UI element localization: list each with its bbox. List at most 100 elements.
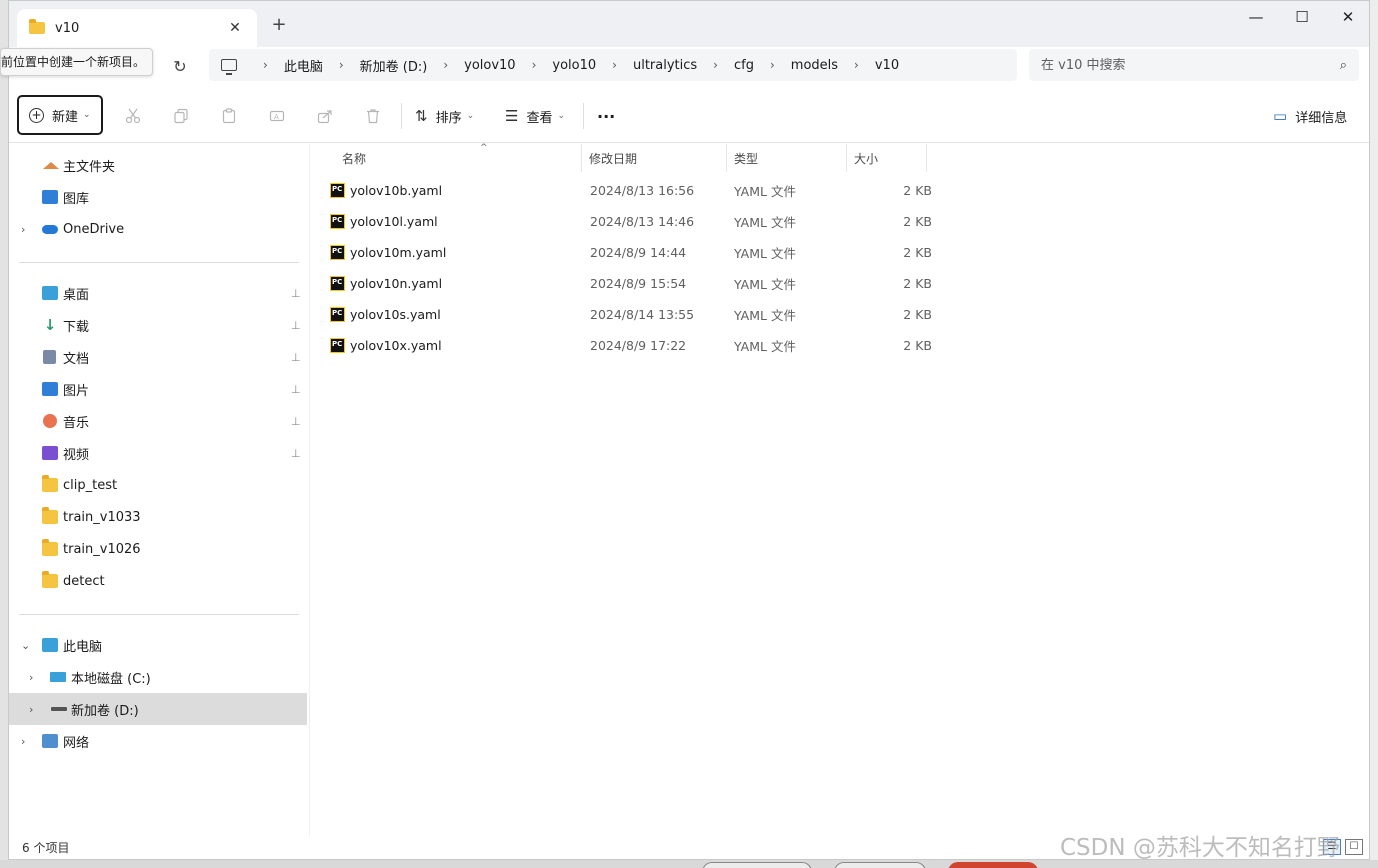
file-row[interactable]: PC yolov10l.yaml 2024/8/13 14:46 YAML 文件… [326, 206, 932, 237]
sort-label: 排序 [435, 110, 462, 126]
file-row[interactable]: PC yolov10n.yaml 2024/8/9 15:54 YAML 文件 … [326, 268, 932, 299]
delete-icon[interactable] [361, 105, 385, 127]
folder-icon [42, 507, 58, 524]
share-icon[interactable] [313, 105, 337, 127]
column-header-type[interactable]: 类型 [728, 144, 847, 172]
sidebar-item-train-v1033[interactable]: train_v1033 [9, 501, 307, 533]
search-box[interactable]: ⌕ [1029, 49, 1359, 81]
chevron-right-icon[interactable]: › [29, 671, 33, 684]
toolbar-divider [583, 103, 584, 129]
details-view-button[interactable]: ☰ [1323, 839, 1341, 855]
file-date: 2024/8/13 14:46 [590, 214, 695, 229]
sidebar-item-videos[interactable]: 视频 ⊥ [9, 437, 307, 469]
file-row[interactable]: PC yolov10x.yaml 2024/8/9 17:22 YAML 文件 … [326, 330, 932, 361]
chevron-right-icon[interactable]: › [29, 703, 33, 716]
sidebar-item-downloads[interactable]: ↓ 下载 ⊥ [9, 309, 307, 341]
breadcrumb-ultralytics[interactable]: ultralytics [629, 58, 701, 73]
paste-icon[interactable] [217, 105, 241, 127]
sidebar-item-label: 文档 [63, 351, 90, 367]
more-options-button[interactable]: ··· [597, 105, 615, 127]
minimize-button[interactable]: — [1233, 1, 1279, 33]
breadcrumb-yolo10[interactable]: yolo10 [548, 58, 600, 73]
chevron-right-icon[interactable]: › [327, 58, 356, 72]
breadcrumb-cfg[interactable]: cfg [730, 58, 758, 73]
chevron-right-icon[interactable]: › [758, 58, 787, 72]
copy-icon[interactable] [169, 105, 193, 127]
sidebar-item-detect[interactable]: detect [9, 565, 307, 597]
chevron-right-icon[interactable]: › [842, 58, 871, 72]
sidebar-item-label: detect [63, 573, 105, 589]
sidebar-item-pictures[interactable]: 图片 ⊥ [9, 373, 307, 405]
sidebar-item-gallery[interactable]: 图库 [9, 181, 307, 213]
title-bar: v10 ✕ + — ☐ ✕ [9, 1, 1369, 47]
file-type: YAML 文件 [734, 308, 796, 323]
status-bar: 6 个项目 [9, 836, 1369, 859]
sidebar-item-train-v1026[interactable]: train_v1026 [9, 533, 307, 565]
chevron-right-icon[interactable]: › [21, 735, 25, 748]
sidebar-item-this-pc[interactable]: ⌄ 此电脑 [9, 629, 307, 661]
new-button[interactable]: + 新建 ⌄ [17, 95, 103, 135]
tiles-view-button[interactable]: ☐ [1345, 839, 1363, 855]
chevron-right-icon[interactable]: › [431, 58, 460, 72]
file-explorer-window: v10 ✕ + — ☐ ✕ ↻ › 此电脑 › 新加卷 (D:) › yolov… [8, 0, 1370, 860]
cut-icon[interactable] [121, 105, 145, 127]
maximize-button[interactable]: ☐ [1279, 1, 1325, 33]
breadcrumb-drive-d[interactable]: 新加卷 (D:) [356, 56, 432, 75]
sort-button[interactable]: ⇅ 排序 ⌄ [415, 105, 474, 127]
background-strip [0, 860, 1378, 868]
chevron-down-icon[interactable]: ⌄ [21, 639, 30, 652]
file-name: yolov10m.yaml [350, 245, 447, 260]
pycharm-file-icon: PC [330, 276, 345, 291]
sidebar-item-documents[interactable]: 文档 ⊥ [9, 341, 307, 373]
chevron-right-icon[interactable]: › [701, 58, 730, 72]
rename-icon[interactable]: A [265, 105, 289, 127]
computer-icon[interactable] [221, 59, 237, 75]
music-icon [43, 414, 57, 428]
refresh-icon[interactable]: ↻ [167, 55, 193, 79]
close-tab-icon[interactable]: ✕ [225, 20, 245, 36]
chevron-right-icon[interactable]: › [520, 58, 549, 72]
gallery-icon [42, 190, 58, 204]
search-icon[interactable]: ⌕ [1340, 58, 1347, 73]
chevron-right-icon[interactable]: › [600, 58, 629, 72]
breadcrumb-models[interactable]: models [787, 58, 842, 73]
file-row[interactable]: PC yolov10s.yaml 2024/8/14 13:55 YAML 文件… [326, 299, 932, 330]
folder-icon [42, 475, 58, 492]
file-row[interactable]: PC yolov10m.yaml 2024/8/9 14:44 YAML 文件 … [326, 237, 932, 268]
details-pane-button[interactable]: ▭ 详细信息 [1273, 105, 1347, 127]
sidebar-item-label: clip_test [63, 477, 118, 493]
file-row[interactable]: PC yolov10b.yaml 2024/8/13 16:56 YAML 文件… [326, 175, 932, 206]
column-header-label: 名称 [342, 151, 367, 166]
sidebar-item-drive-d[interactable]: › 新加卷 (D:) [9, 693, 307, 725]
chevron-right-icon[interactable]: › [21, 223, 25, 236]
column-header-size[interactable]: 大小 [848, 144, 927, 172]
tab-title: v10 [55, 20, 80, 36]
details-label: 详细信息 [1295, 110, 1348, 126]
sidebar-item-onedrive[interactable]: › OneDrive [9, 213, 307, 245]
column-header-name[interactable]: 名称 ^ [336, 143, 582, 172]
sidebar-item-music[interactable]: 音乐 ⊥ [9, 405, 307, 437]
breadcrumb-v10[interactable]: v10 [871, 58, 903, 73]
pin-icon: ⊥ [291, 286, 301, 300]
sort-icon: ⇅ [415, 107, 428, 125]
file-date: 2024/8/9 14:44 [590, 245, 687, 260]
column-header-date[interactable]: 修改日期 [583, 144, 727, 172]
breadcrumb-yolov10[interactable]: yolov10 [460, 58, 519, 73]
address-bar-row: ↻ › 此电脑 › 新加卷 (D:) › yolov10 › yolo10 › … [9, 47, 1369, 87]
chevron-right-icon[interactable]: › [251, 58, 280, 72]
close-window-button[interactable]: ✕ [1325, 1, 1369, 33]
new-tab-button[interactable]: + [267, 13, 291, 37]
tab-v10[interactable]: v10 ✕ [17, 9, 257, 47]
sidebar-item-network[interactable]: › 网络 [9, 725, 307, 757]
column-header-label: 大小 [854, 151, 879, 166]
this-pc-icon [42, 638, 58, 652]
search-input[interactable] [1041, 57, 1340, 73]
sidebar-item-desktop[interactable]: 桌面 ⊥ [9, 277, 307, 309]
breadcrumb[interactable]: › 此电脑 › 新加卷 (D:) › yolov10 › yolo10 › ul… [209, 49, 1017, 81]
desktop-icon [42, 286, 58, 300]
sidebar-item-drive-c[interactable]: › 本地磁盘 (C:) [9, 661, 307, 693]
sidebar-item-clip-test[interactable]: clip_test [9, 469, 307, 501]
view-button[interactable]: ☰ 查看 ⌄ [505, 105, 565, 127]
sidebar-item-home[interactable]: 主文件夹 [9, 149, 307, 181]
breadcrumb-this-pc[interactable]: 此电脑 [280, 56, 327, 75]
